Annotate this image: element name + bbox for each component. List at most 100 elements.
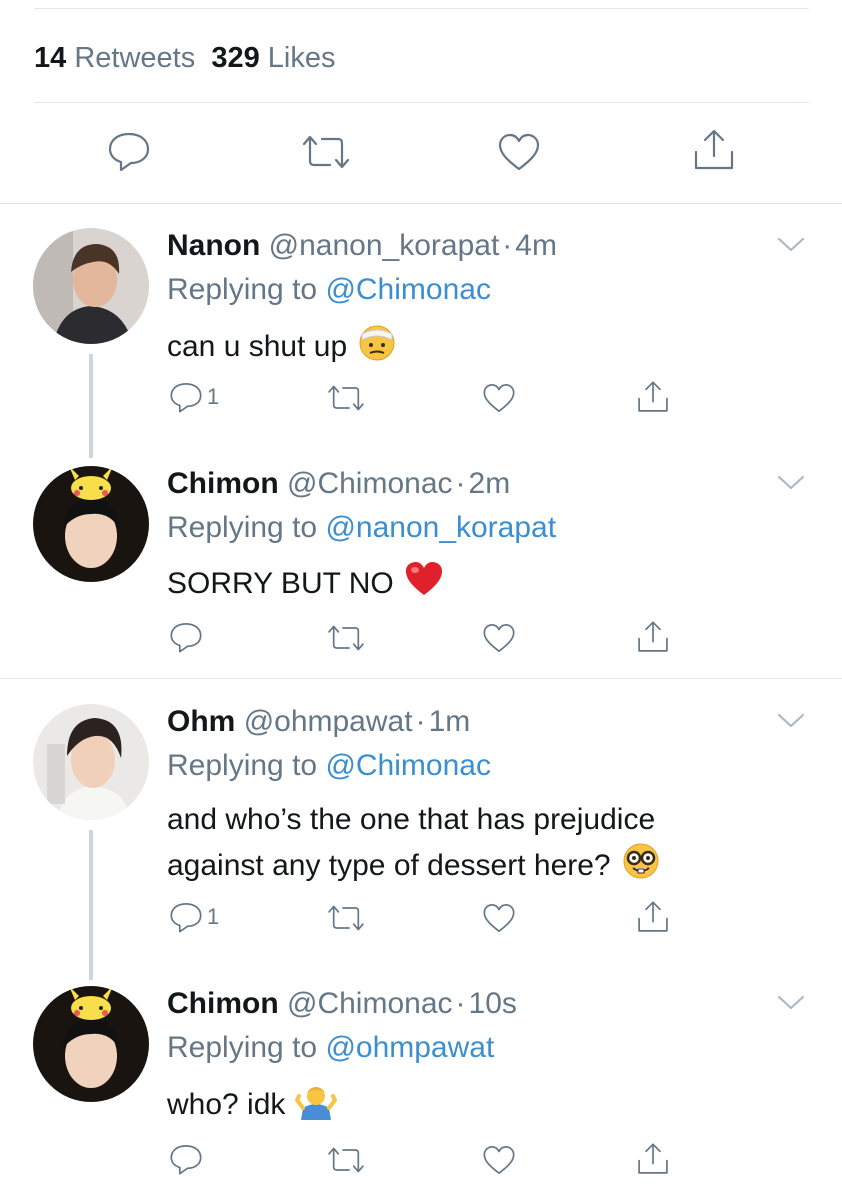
tweet-text: who? idk <box>167 1080 338 1132</box>
tweet-stats: 14 Retweets 329 Likes <box>34 38 336 78</box>
share-button[interactable] <box>636 380 670 414</box>
reply-button[interactable]: 1 <box>169 900 219 934</box>
replying-to-label: Replying to <box>167 273 318 306</box>
retweets-count: 14 <box>34 42 67 74</box>
share-icon <box>638 1143 668 1174</box>
replying-to-mention[interactable]: @ohmpawat <box>325 1031 494 1064</box>
reply-icon <box>108 132 150 172</box>
tweet-menu-button[interactable] <box>776 474 806 497</box>
tweet-actions: 1 <box>0 380 842 420</box>
retweet-icon <box>328 1147 364 1173</box>
retweet-button[interactable] <box>326 384 366 412</box>
shrug-emoji <box>295 1080 338 1132</box>
tweet-actions <box>0 620 842 660</box>
tweet-menu-button[interactable] <box>776 712 806 735</box>
user-handle[interactable]: @Chimonac <box>287 987 453 1020</box>
share-icon <box>638 621 668 652</box>
display-name[interactable]: Chimon <box>167 987 279 1020</box>
like-button[interactable] <box>497 132 541 172</box>
retweet-button[interactable] <box>326 624 366 652</box>
retweet-button[interactable] <box>326 1146 366 1174</box>
avatar-ohm-photo <box>33 704 149 820</box>
share-icon <box>638 901 668 932</box>
tweet-header: Ohm @ohmpawat · 1m <box>167 702 470 742</box>
reply-icon <box>170 383 202 413</box>
tweet-time[interactable]: 10s <box>469 987 517 1020</box>
red-heart-emoji <box>404 560 444 610</box>
share-button[interactable] <box>692 128 736 172</box>
reply-count: 1 <box>207 904 220 929</box>
nerd-face-emoji <box>621 841 661 893</box>
tweet-actions: 1 <box>0 900 842 940</box>
replying-to-mention[interactable]: @nanon_korapat <box>325 511 556 544</box>
user-handle[interactable]: @ohmpawat <box>244 705 413 738</box>
share-button[interactable] <box>636 620 670 654</box>
display-name[interactable]: Chimon <box>167 467 279 500</box>
user-handle[interactable]: @nanon_korapat <box>269 229 500 262</box>
retweet-button[interactable] <box>326 904 366 932</box>
like-icon <box>483 384 515 412</box>
avatar[interactable] <box>33 228 149 344</box>
tweet-text-line-2: against any type of dessert here? <box>167 841 661 893</box>
like-button[interactable] <box>482 382 516 414</box>
retweets-label[interactable]: Retweets <box>74 42 195 74</box>
chevron-down-icon <box>777 995 805 1010</box>
tweet-header: Chimon @Chimonac · 10s <box>167 984 517 1024</box>
dot-separator: · <box>415 705 426 738</box>
replying-to-mention[interactable]: @Chimonac <box>325 749 491 782</box>
tweet-text-line: against any type of dessert here? <box>167 848 611 882</box>
like-button[interactable] <box>482 1144 516 1176</box>
reply-button[interactable] <box>169 620 207 654</box>
share-icon <box>694 129 734 170</box>
avatar-chimon-photo <box>33 466 149 582</box>
avatar-nanon-photo <box>33 228 149 344</box>
section-divider-1 <box>0 203 842 204</box>
display-name[interactable]: Nanon <box>167 229 260 262</box>
dot-separator: · <box>455 467 466 500</box>
tweet-time[interactable]: 2m <box>469 467 511 500</box>
display-name[interactable]: Ohm <box>167 705 235 738</box>
stats-divider <box>34 102 809 103</box>
tweet-time[interactable]: 1m <box>429 705 471 738</box>
dot-separator: · <box>502 229 513 262</box>
avatar[interactable] <box>33 466 149 582</box>
tweet-actions <box>0 1142 842 1182</box>
retweet-icon <box>328 905 364 931</box>
tweet-text-content: SORRY BUT NO <box>167 566 394 600</box>
reply-icon <box>170 903 202 933</box>
retweet-icon <box>328 625 364 651</box>
retweet-button[interactable] <box>300 134 352 170</box>
share-button[interactable] <box>636 900 670 934</box>
bandage-face-emoji <box>357 322 397 374</box>
share-button[interactable] <box>636 1142 670 1176</box>
likes-label[interactable]: Likes <box>268 42 336 74</box>
like-button[interactable] <box>482 902 516 934</box>
top-divider <box>34 8 809 9</box>
reply-button[interactable] <box>107 130 151 172</box>
tweet-text-line: and who’s the one that has prejudice <box>167 803 656 836</box>
dot-separator: · <box>455 987 466 1020</box>
tweet-text: SORRY BUT NO <box>167 560 444 610</box>
replying-to-mention[interactable]: @Chimonac <box>325 273 491 306</box>
user-handle[interactable]: @Chimonac <box>287 467 453 500</box>
avatar-chimon-photo <box>33 986 149 1102</box>
section-divider-2 <box>0 678 842 679</box>
retweet-icon <box>302 135 350 169</box>
like-icon <box>483 624 515 652</box>
chevron-down-icon <box>777 237 805 252</box>
tweet-menu-button[interactable] <box>776 994 806 1017</box>
tweet-text-content: who? idk <box>167 1087 286 1121</box>
like-button[interactable] <box>482 622 516 654</box>
share-icon <box>638 381 668 412</box>
avatar[interactable] <box>33 704 149 820</box>
tweet-menu-button[interactable] <box>776 236 806 259</box>
chevron-down-icon <box>777 475 805 490</box>
reply-button[interactable]: 1 <box>169 380 219 414</box>
avatar[interactable] <box>33 986 149 1102</box>
tweet-text: can u shut up <box>167 322 397 374</box>
retweet-icon <box>328 385 364 411</box>
replying-to: Replying to @nanon_korapat <box>167 508 556 548</box>
reply-button[interactable] <box>169 1142 207 1176</box>
tweet-time[interactable]: 4m <box>515 229 557 262</box>
replying-to: Replying to @Chimonac <box>167 746 491 786</box>
